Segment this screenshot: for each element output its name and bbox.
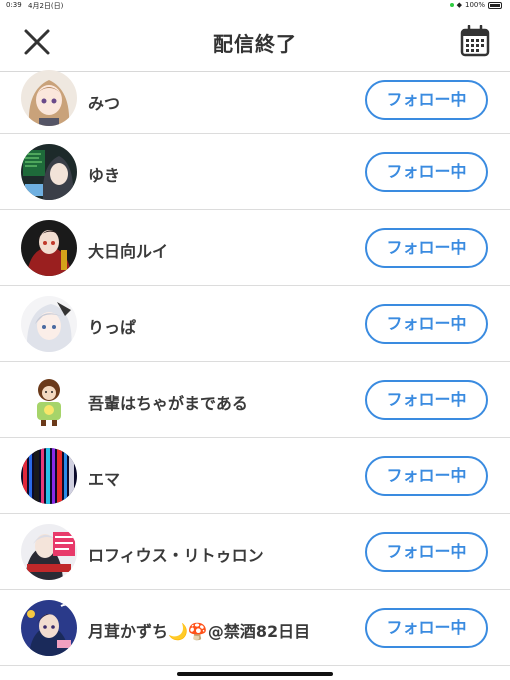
following-button[interactable]: フォロー中: [365, 80, 488, 120]
green-dot-icon: [449, 3, 454, 7]
following-button[interactable]: フォロー中: [365, 304, 488, 344]
list-item[interactable]: エマ フォロー中: [0, 438, 510, 514]
user-name: ロフィウス・リトゥロン: [88, 546, 264, 565]
calendar-icon[interactable]: [460, 25, 490, 57]
avatar[interactable]: [21, 372, 77, 428]
user-name: 大日向ルイ: [88, 242, 169, 261]
user-name: 吾輩はちゃがまである: [88, 394, 248, 413]
list-item[interactable]: 月茸かずち🌙🍄@禁酒82日目 フォロー中: [0, 590, 510, 666]
status-right: ◆ 100%: [449, 1, 502, 9]
battery-percent: 100%: [464, 1, 485, 9]
home-indicator[interactable]: [177, 672, 333, 676]
following-button[interactable]: フォロー中: [365, 608, 488, 648]
battery-icon: [488, 1, 502, 9]
avatar[interactable]: [21, 448, 77, 504]
avatar[interactable]: [21, 144, 77, 200]
header: 配信終了: [0, 12, 510, 72]
avatar[interactable]: [21, 70, 77, 126]
list-item[interactable]: 大日向ルイ フォロー中: [0, 210, 510, 286]
list-item[interactable]: 吾輩はちゃがまである フォロー中: [0, 362, 510, 438]
page-title: 配信終了: [213, 32, 297, 56]
following-button[interactable]: フォロー中: [365, 152, 488, 192]
user-name: りっぱ: [88, 318, 137, 337]
user-name: 月茸かずち🌙🍄@禁酒82日目: [88, 622, 311, 641]
avatar[interactable]: [21, 600, 77, 656]
list-item[interactable]: りっぱ フォロー中: [0, 286, 510, 362]
following-button[interactable]: フォロー中: [365, 380, 488, 420]
avatar[interactable]: [21, 220, 77, 276]
wifi-icon: ◆: [456, 1, 462, 9]
avatar[interactable]: [21, 296, 77, 352]
user-name: ゆき: [88, 166, 121, 185]
user-name: みつ: [88, 94, 121, 113]
following-button[interactable]: フォロー中: [365, 532, 488, 572]
status-bar: 0:39 4月2日(日) ◆ 100%: [0, 0, 510, 12]
list-item[interactable]: ゆき フォロー中: [0, 134, 510, 210]
list-item[interactable]: ロフィウス・リトゥロン フォロー中: [0, 514, 510, 590]
status-date: 4月2日(日): [28, 2, 64, 10]
list-item[interactable]: みつ フォロー中: [0, 70, 510, 134]
avatar[interactable]: [21, 524, 77, 580]
following-button[interactable]: フォロー中: [365, 456, 488, 496]
user-name: エマ: [88, 470, 121, 489]
status-time: 0:39: [6, 1, 22, 9]
following-button[interactable]: フォロー中: [365, 228, 488, 268]
user-list: みつ フォロー中 ゆき フォロー中 大日向ルイ フォロー中 りっぱ フォロー中 …: [0, 70, 510, 666]
